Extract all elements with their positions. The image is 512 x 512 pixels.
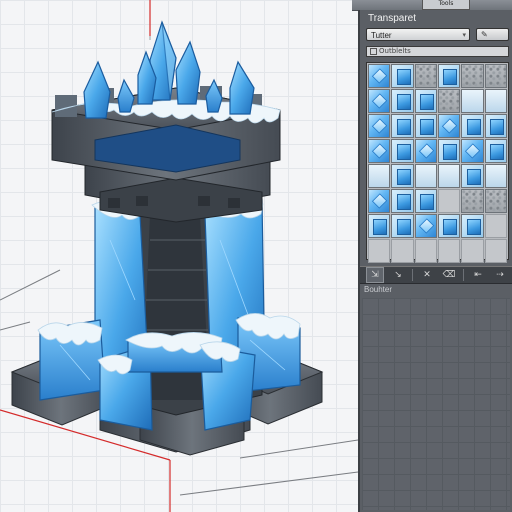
cross-icon[interactable]: ✕ [419, 268, 435, 282]
tile-stone[interactable] [438, 89, 461, 113]
panel-title: Transparet [368, 13, 416, 24]
tile-cube[interactable] [461, 114, 484, 138]
tab-tools[interactable]: Tools [422, 0, 470, 10]
tile-stone[interactable] [414, 64, 437, 88]
fill-icon[interactable]: ⇤ [470, 268, 486, 282]
tower-scene [0, 0, 358, 512]
tool-bar: ⇲ ↘ ✕ ⌫ ⇤ ⇢ [360, 266, 512, 284]
checkbox-icon[interactable] [370, 47, 377, 55]
tile-empty[interactable] [368, 239, 391, 263]
tile-ice[interactable] [368, 189, 391, 213]
tool-button[interactable]: ✎ [476, 28, 509, 41]
tile-cube[interactable] [391, 114, 414, 138]
picker-icon[interactable]: ⇢ [492, 268, 508, 282]
tile-frost[interactable] [438, 164, 461, 188]
tile-cube[interactable] [391, 139, 414, 163]
layer-label: Bouhter [364, 285, 393, 294]
tile-cube[interactable] [414, 89, 437, 113]
tile-ice[interactable] [414, 214, 437, 238]
tile-empty[interactable] [438, 189, 461, 213]
tileset-subheader[interactable]: Outblelts [366, 46, 509, 57]
tile-cube[interactable] [368, 214, 391, 238]
scene-viewport[interactable] [0, 0, 358, 512]
tile-cube[interactable] [438, 64, 461, 88]
tile-empty[interactable] [484, 214, 507, 238]
tile-empty[interactable] [438, 239, 461, 263]
tile-cube[interactable] [484, 139, 507, 163]
tile-palette [366, 62, 509, 263]
eraser-icon[interactable]: ⌫ [441, 268, 457, 282]
brush-icon[interactable]: ↘ [390, 268, 406, 282]
tile-stone[interactable] [461, 64, 484, 88]
tile-cube[interactable] [461, 164, 484, 188]
tile-empty[interactable] [391, 239, 414, 263]
tile-cube[interactable] [414, 114, 437, 138]
tile-stone[interactable] [484, 189, 507, 213]
tile-cube[interactable] [391, 89, 414, 113]
tileset-panel: Transparet Tutter ▾ ✎ Outblelts ⇲ ↘ ✕ ⌫ ⇤ ⇢ B… [358, 10, 512, 512]
tile-cube[interactable] [438, 139, 461, 163]
tileset-dropdown[interactable]: Tutter ▾ [366, 28, 470, 41]
tile-cube[interactable] [414, 189, 437, 213]
tile-ice[interactable] [438, 114, 461, 138]
tileset-dropdown-value: Tutter [371, 31, 392, 40]
tile-ice[interactable] [368, 114, 391, 138]
tile-cube[interactable] [391, 189, 414, 213]
tile-ice[interactable] [368, 139, 391, 163]
tile-frost[interactable] [461, 89, 484, 113]
toolbar-separator [463, 269, 464, 281]
tile-frost[interactable] [414, 164, 437, 188]
tile-cube[interactable] [391, 164, 414, 188]
tile-frost[interactable] [368, 164, 391, 188]
pencil-icon: ✎ [481, 30, 488, 39]
tile-cube[interactable] [484, 114, 507, 138]
tile-stone[interactable] [484, 64, 507, 88]
tile-empty[interactable] [414, 239, 437, 263]
toolbar-separator [412, 269, 413, 281]
tile-ice[interactable] [368, 89, 391, 113]
tile-ice[interactable] [461, 139, 484, 163]
tile-ice[interactable] [368, 64, 391, 88]
tile-empty[interactable] [484, 239, 507, 263]
tile-ice[interactable] [414, 139, 437, 163]
tile-stone[interactable] [461, 189, 484, 213]
tile-cube[interactable] [438, 214, 461, 238]
subheader-label: Outblelts [379, 47, 411, 55]
tile-frost[interactable] [484, 164, 507, 188]
stamp-icon[interactable]: ⇲ [366, 267, 384, 283]
layer-area[interactable] [362, 298, 510, 510]
tile-cube[interactable] [461, 214, 484, 238]
tile-empty[interactable] [461, 239, 484, 263]
tile-frost[interactable] [484, 89, 507, 113]
tile-cube[interactable] [391, 214, 414, 238]
chevron-down-icon: ▾ [462, 32, 466, 39]
tile-cube[interactable] [391, 64, 414, 88]
